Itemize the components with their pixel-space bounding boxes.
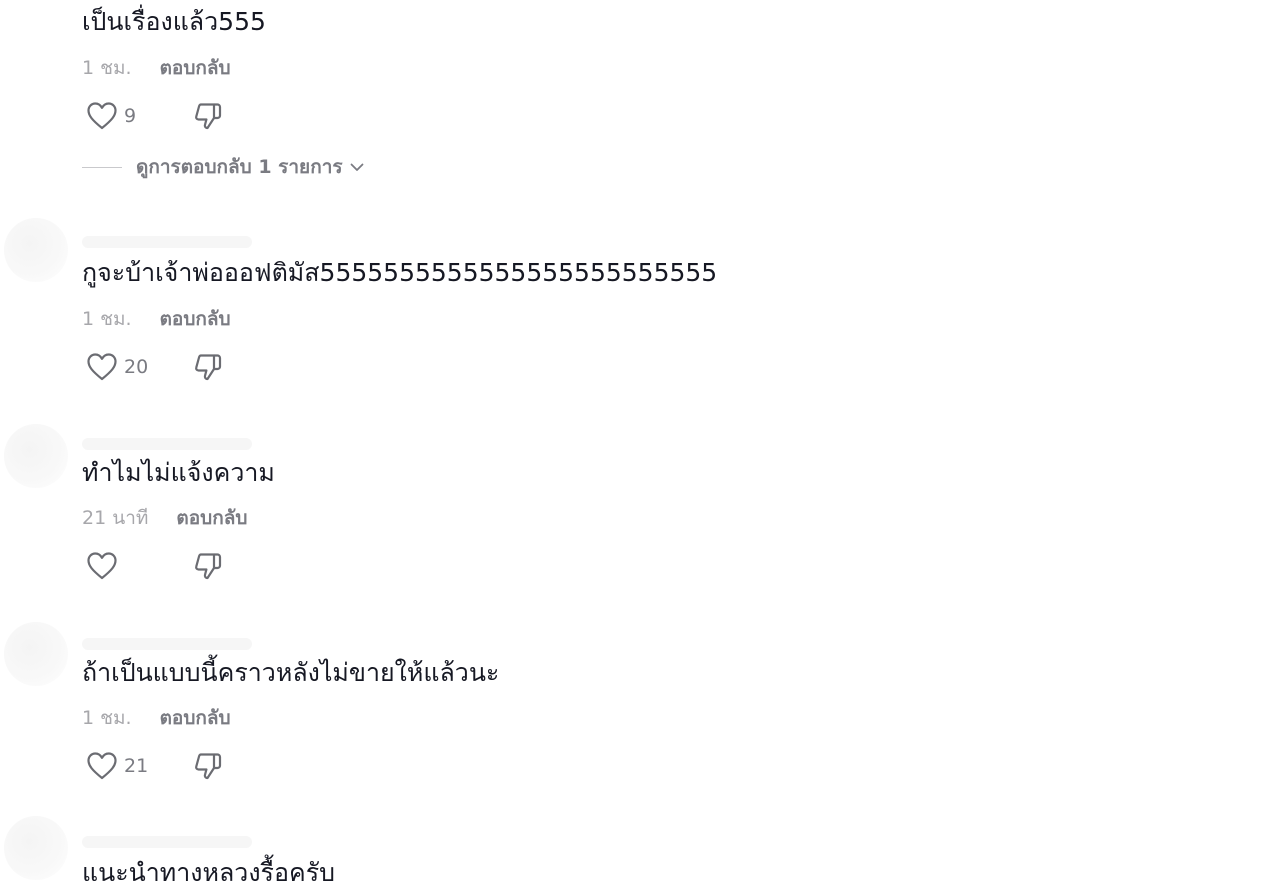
view-replies-button[interactable]: ดูการตอบกลับ 1 รายการ bbox=[82, 152, 365, 182]
comment-meta: 1 ชม. ตอบกลับ bbox=[82, 306, 231, 332]
avatar[interactable] bbox=[4, 424, 68, 488]
reply-button[interactable]: ตอบกลับ bbox=[160, 53, 231, 83]
reply-button[interactable]: ตอบกลับ bbox=[160, 703, 231, 733]
divider-line bbox=[82, 166, 122, 168]
username[interactable] bbox=[82, 236, 252, 248]
heart-outline-icon[interactable] bbox=[82, 546, 122, 586]
thumbs-down-outline-icon[interactable] bbox=[188, 546, 228, 586]
like-count: 9 bbox=[124, 105, 137, 127]
comment-text: ทำไมไม่แจ้งความ bbox=[82, 458, 275, 487]
comment-meta: 1 ชม. ตอบกลับ bbox=[82, 55, 231, 81]
like-button[interactable]: 9 bbox=[82, 96, 188, 136]
comment-text: ถ้าเป็นแบบนี้คราวหลังไม่ขายให้แล้วนะ bbox=[82, 658, 500, 687]
reply-button[interactable]: ตอบกลับ bbox=[176, 503, 247, 533]
username[interactable] bbox=[82, 836, 252, 848]
comment-timestamp: 1 ชม. bbox=[82, 308, 132, 330]
like-button[interactable] bbox=[82, 546, 188, 586]
comment-actions: 9 bbox=[82, 96, 228, 136]
avatar[interactable] bbox=[4, 218, 68, 282]
comment-actions: 21 bbox=[82, 746, 228, 786]
reply-button[interactable]: ตอบกลับ bbox=[160, 304, 231, 334]
comment-meta: 1 ชม. ตอบกลับ bbox=[82, 705, 231, 731]
like-button[interactable]: 20 bbox=[82, 347, 188, 387]
comment-text: เป็นเรื่องแล้ว555 bbox=[82, 7, 266, 36]
username[interactable] bbox=[82, 638, 252, 650]
like-count: 20 bbox=[124, 356, 149, 378]
comment-timestamp: 21 นาที bbox=[82, 507, 149, 529]
like-count: 21 bbox=[124, 755, 149, 777]
comment-timestamp: 1 ชม. bbox=[82, 57, 132, 79]
comment-text: แนะนำทางหลวงรื้อครับ bbox=[82, 858, 335, 887]
username[interactable] bbox=[82, 438, 252, 450]
avatar[interactable] bbox=[4, 816, 68, 880]
thumbs-down-outline-icon[interactable] bbox=[188, 347, 228, 387]
heart-outline-icon[interactable] bbox=[82, 96, 122, 136]
like-button[interactable]: 21 bbox=[82, 746, 188, 786]
view-replies-label: ดูการตอบกลับ 1 รายการ bbox=[136, 156, 343, 178]
comment-actions: 20 bbox=[82, 347, 228, 387]
heart-outline-icon[interactable] bbox=[82, 746, 122, 786]
comment-text: กูจะบ้าเจ้าพ่อออฟติมัส555555555555555555… bbox=[82, 258, 718, 287]
comment-meta: 21 นาที ตอบกลับ bbox=[82, 505, 247, 531]
chevron-down-icon bbox=[349, 159, 365, 175]
comment-actions bbox=[82, 546, 228, 586]
avatar[interactable] bbox=[4, 622, 68, 686]
thumbs-down-outline-icon[interactable] bbox=[188, 746, 228, 786]
thumbs-down-outline-icon[interactable] bbox=[188, 96, 228, 136]
heart-outline-icon[interactable] bbox=[82, 347, 122, 387]
comment-timestamp: 1 ชม. bbox=[82, 707, 132, 729]
